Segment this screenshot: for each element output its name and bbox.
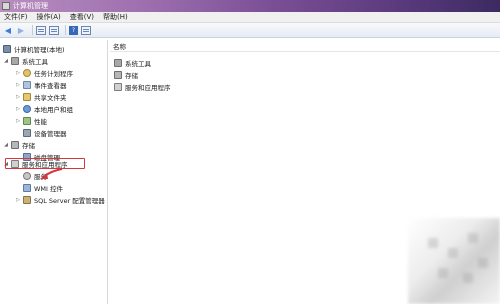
watermark <box>408 218 500 304</box>
list-item[interactable]: 服务和应用程序 <box>114 82 171 92</box>
tree-item-system-tools[interactable]: ◢ 系统工具 <box>3 56 48 66</box>
annotation-arrow-icon <box>40 168 63 179</box>
tree-item-label: 系统工具 <box>22 58 48 66</box>
storage-icon <box>11 141 19 149</box>
expand-triangle-icon[interactable]: ▷ <box>15 197 21 203</box>
name-column-header[interactable]: 名称 <box>110 40 500 52</box>
sql-server-icon <box>23 196 31 204</box>
properties-icon[interactable] <box>81 25 91 35</box>
tree-item-event-viewer[interactable]: ▷ 事件查看器 <box>15 80 67 90</box>
tools-icon <box>114 59 122 67</box>
collapse-triangle-icon[interactable]: ◢ <box>3 58 9 64</box>
tree-item-label: 计算机管理(本地) <box>14 46 65 54</box>
watermark-cell <box>478 258 488 268</box>
tree-item-label: SQL Server 配置管理器 <box>34 197 105 205</box>
show-tree-icon[interactable] <box>36 25 46 35</box>
clock-icon <box>23 69 31 77</box>
help-icon[interactable]: ? <box>69 25 78 35</box>
watermark-cell <box>468 233 478 243</box>
tree-item-label: WMI 控件 <box>34 185 64 193</box>
menu-action[interactable]: 操作(A) <box>37 12 61 22</box>
forward-arrow-icon[interactable]: ▶ <box>16 25 26 35</box>
tree-item-storage[interactable]: ◢ 存储 <box>3 140 35 150</box>
expand-triangle-icon[interactable]: ▷ <box>15 106 21 112</box>
tree-item-sql-server[interactable]: ▷ SQL Server 配置管理器 <box>15 195 105 205</box>
watermark-cell <box>463 273 473 283</box>
tree-item-performance[interactable]: ▷ 性能 <box>15 116 47 126</box>
toolbar-separator <box>32 25 33 35</box>
menu-help[interactable]: 帮助(H) <box>103 12 128 22</box>
tree-item-local-users[interactable]: ▷ 本地用户和组 <box>15 104 73 114</box>
computer-management-icon <box>2 2 10 10</box>
toolbar-separator <box>65 25 66 35</box>
tree-item-shared-folders[interactable]: ▷ 共享文件夹 <box>15 92 67 102</box>
tree-item-label: 共享文件夹 <box>34 94 67 102</box>
tools-icon <box>11 57 19 65</box>
expand-triangle-icon[interactable]: ▷ <box>15 94 21 100</box>
list-item-label: 服务和应用程序 <box>125 84 171 92</box>
gear-icon <box>23 172 31 180</box>
export-list-icon[interactable] <box>49 25 59 35</box>
list-item[interactable]: 存储 <box>114 70 138 80</box>
tree-item-root[interactable]: 计算机管理(本地) <box>3 44 65 54</box>
tree-item-device-manager[interactable]: 设备管理器 <box>23 128 67 138</box>
expand-triangle-icon[interactable]: ▷ <box>15 82 21 88</box>
tree-item-wmi[interactable]: WMI 控件 <box>23 183 63 193</box>
tree-item-label: 本地用户和组 <box>34 106 73 114</box>
shared-folder-icon <box>23 93 31 101</box>
users-icon <box>23 105 31 113</box>
toolbar: ◀ ▶ ? <box>0 23 500 38</box>
expand-triangle-icon[interactable]: ▷ <box>15 70 21 76</box>
tree-item-label: 存储 <box>22 142 35 150</box>
tree-item-label: 事件查看器 <box>34 82 67 90</box>
list-item-label: 系统工具 <box>125 60 151 68</box>
tree-item-label: 性能 <box>34 118 47 126</box>
expand-triangle-icon[interactable]: ▷ <box>15 118 21 124</box>
tree-item-task-scheduler[interactable]: ▷ 任务计划程序 <box>15 68 73 78</box>
back-arrow-icon[interactable]: ◀ <box>3 25 13 35</box>
collapse-triangle-icon[interactable]: ◢ <box>3 142 9 148</box>
list-item-label: 存储 <box>125 72 138 80</box>
tree-item-label: 任务计划程序 <box>34 70 73 78</box>
watermark-cell <box>438 268 448 278</box>
services-apps-icon <box>114 83 122 91</box>
list-item[interactable]: 系统工具 <box>114 58 151 68</box>
event-viewer-icon <box>23 81 31 89</box>
performance-icon <box>23 117 31 125</box>
wmi-icon <box>23 184 31 192</box>
storage-icon <box>114 71 122 79</box>
menu-bar: 文件(F) 操作(A) 查看(V) 帮助(H) <box>0 12 500 23</box>
title-bar: 计算机管理 <box>0 0 500 12</box>
tree-item-label: 设备管理器 <box>34 130 67 138</box>
computer-icon <box>3 45 11 53</box>
menu-file[interactable]: 文件(F) <box>4 12 28 22</box>
column-header-label: 名称 <box>113 42 126 51</box>
menu-view[interactable]: 查看(V) <box>70 12 94 22</box>
watermark-cell <box>448 248 458 258</box>
watermark-cell <box>428 238 438 248</box>
device-manager-icon <box>23 129 31 137</box>
window-title: 计算机管理 <box>13 2 48 10</box>
